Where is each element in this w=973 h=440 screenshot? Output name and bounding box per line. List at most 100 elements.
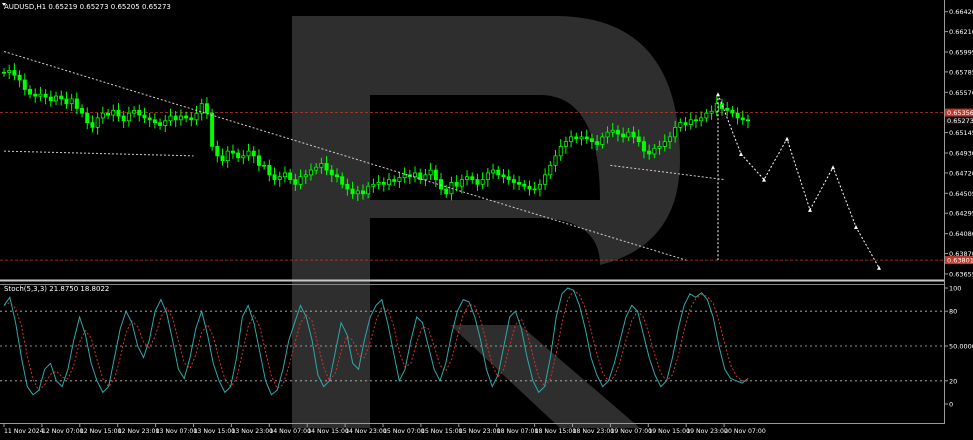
candle-body [444,188,449,195]
stochastic-axis[interactable]: 100 80 50.0000 20 0 [944,285,973,409]
candle-body [158,122,163,126]
candle-body [251,150,256,157]
time-axis[interactable]: 11 Nov 202412 Nov 07:0012 Nov 15:0012 No… [3,424,766,435]
candle-body [480,179,485,185]
candle-body [631,131,636,138]
candle-body [485,172,490,180]
candle-body [28,89,33,95]
candle-body [517,182,522,185]
candle-body [64,98,69,105]
level-high-label: 0.65356 [947,109,973,117]
time-tick-label: 12 Nov 23:00 [118,428,160,435]
indicator-header: Stoch(5,3,3) 21.8750 18.8022 [4,285,109,293]
chart-canvas[interactable]: AUDUSD,H1 0.65219 0.65273 0.65205 0.6527… [0,0,973,436]
candle-body [293,179,298,185]
candle-body [366,185,371,195]
candle-body [288,172,293,180]
candle-body [184,115,189,119]
candle-body [501,174,506,178]
candle-body [334,174,339,178]
stoch-tick-label: 80 [949,308,957,316]
candle-body [277,176,282,180]
price-tick-label: 0.64295 [949,210,973,218]
price-tick-label: 0.66210 [949,28,973,36]
candle-body [595,141,600,145]
candle-body [329,169,334,176]
candle-body [449,182,454,195]
candle-body [282,172,287,178]
time-tick-label: 13 Nov 23:00 [231,428,273,435]
candle-body [423,174,428,180]
candle-body [709,110,714,114]
candle-body [303,174,308,178]
stoch-tick-label: 100 [949,285,961,293]
candle-body [272,174,277,180]
candle-body [537,183,542,190]
candle-body [152,119,157,124]
time-tick-label: 15 Nov 15:00 [421,428,463,435]
candle-body [7,70,12,73]
candle-body [314,166,319,171]
forecast-path[interactable] [717,94,880,269]
candle-body [168,115,173,122]
candle-body [350,188,355,195]
candle-body [746,119,751,122]
time-tick-label: 12 Nov 07:00 [42,428,84,435]
stoch-tick-label: 0 [949,401,953,409]
candle-body [111,109,116,116]
candle-body [584,136,589,140]
candle-body [204,103,209,114]
candle-body [236,152,241,159]
candle-body [262,164,267,167]
candle-body [2,71,7,74]
candle-body [319,163,324,168]
price-tick-label: 0.63655 [949,270,973,278]
candle-body [569,136,574,143]
price-tick-label: 0.64930 [949,150,973,158]
candle-body [506,176,511,180]
candle-body [298,176,303,185]
candle-body [574,136,579,140]
candle-body [740,117,745,121]
candle-body [387,179,392,185]
price-tick-label: 0.64080 [949,230,973,238]
time-tick-label: 18 Nov 07:00 [497,428,539,435]
time-tick-label: 14 Nov 07:00 [269,428,311,435]
candle-body [600,136,605,145]
candle-body [647,150,652,155]
stoch-main-line [3,287,749,396]
symbol-header: AUDUSD,H1 0.65219 0.65273 0.65205 0.6527… [4,3,171,11]
candle-body [522,183,527,187]
candle-body [454,182,459,187]
candle-body [137,109,142,116]
candle-body [95,117,100,128]
candle-body [371,183,376,187]
candle-body [636,136,641,143]
stoch-tick-label: 50.0000 [949,343,973,351]
time-tick-label: 12 Nov 15:00 [80,428,122,435]
candle-body [392,179,397,182]
candle-body [59,95,64,100]
candle-body [511,179,516,183]
candle-body [683,122,688,125]
candle-body [657,145,662,149]
candle-body [43,93,48,98]
candle-body [194,112,199,121]
candle-body [241,155,246,159]
candle-body [579,136,584,140]
price-axis[interactable]: 0.66420 0.66210 0.65995 0.65785 0.65570 0.653… [944,8,973,278]
candle-body [543,174,548,185]
trendline[interactable] [3,150,194,157]
candle-body [688,119,693,125]
time-tick-label: 15 Nov 23:00 [459,428,501,435]
candle-body [475,179,480,185]
stoch-tick-label: 20 [949,377,957,385]
trading-terminal: AUDUSD,H1 0.65219 0.65273 0.65205 0.6527… [0,0,973,436]
time-tick-label: 19 Nov 15:00 [648,428,690,435]
forecast-arrow [739,151,743,156]
candle-body [90,122,95,128]
candle-body [615,129,620,135]
time-tick-label: 15 Nov 07:00 [383,428,425,435]
time-tick-label: 18 Nov 15:00 [535,428,577,435]
candle-body [428,169,433,176]
